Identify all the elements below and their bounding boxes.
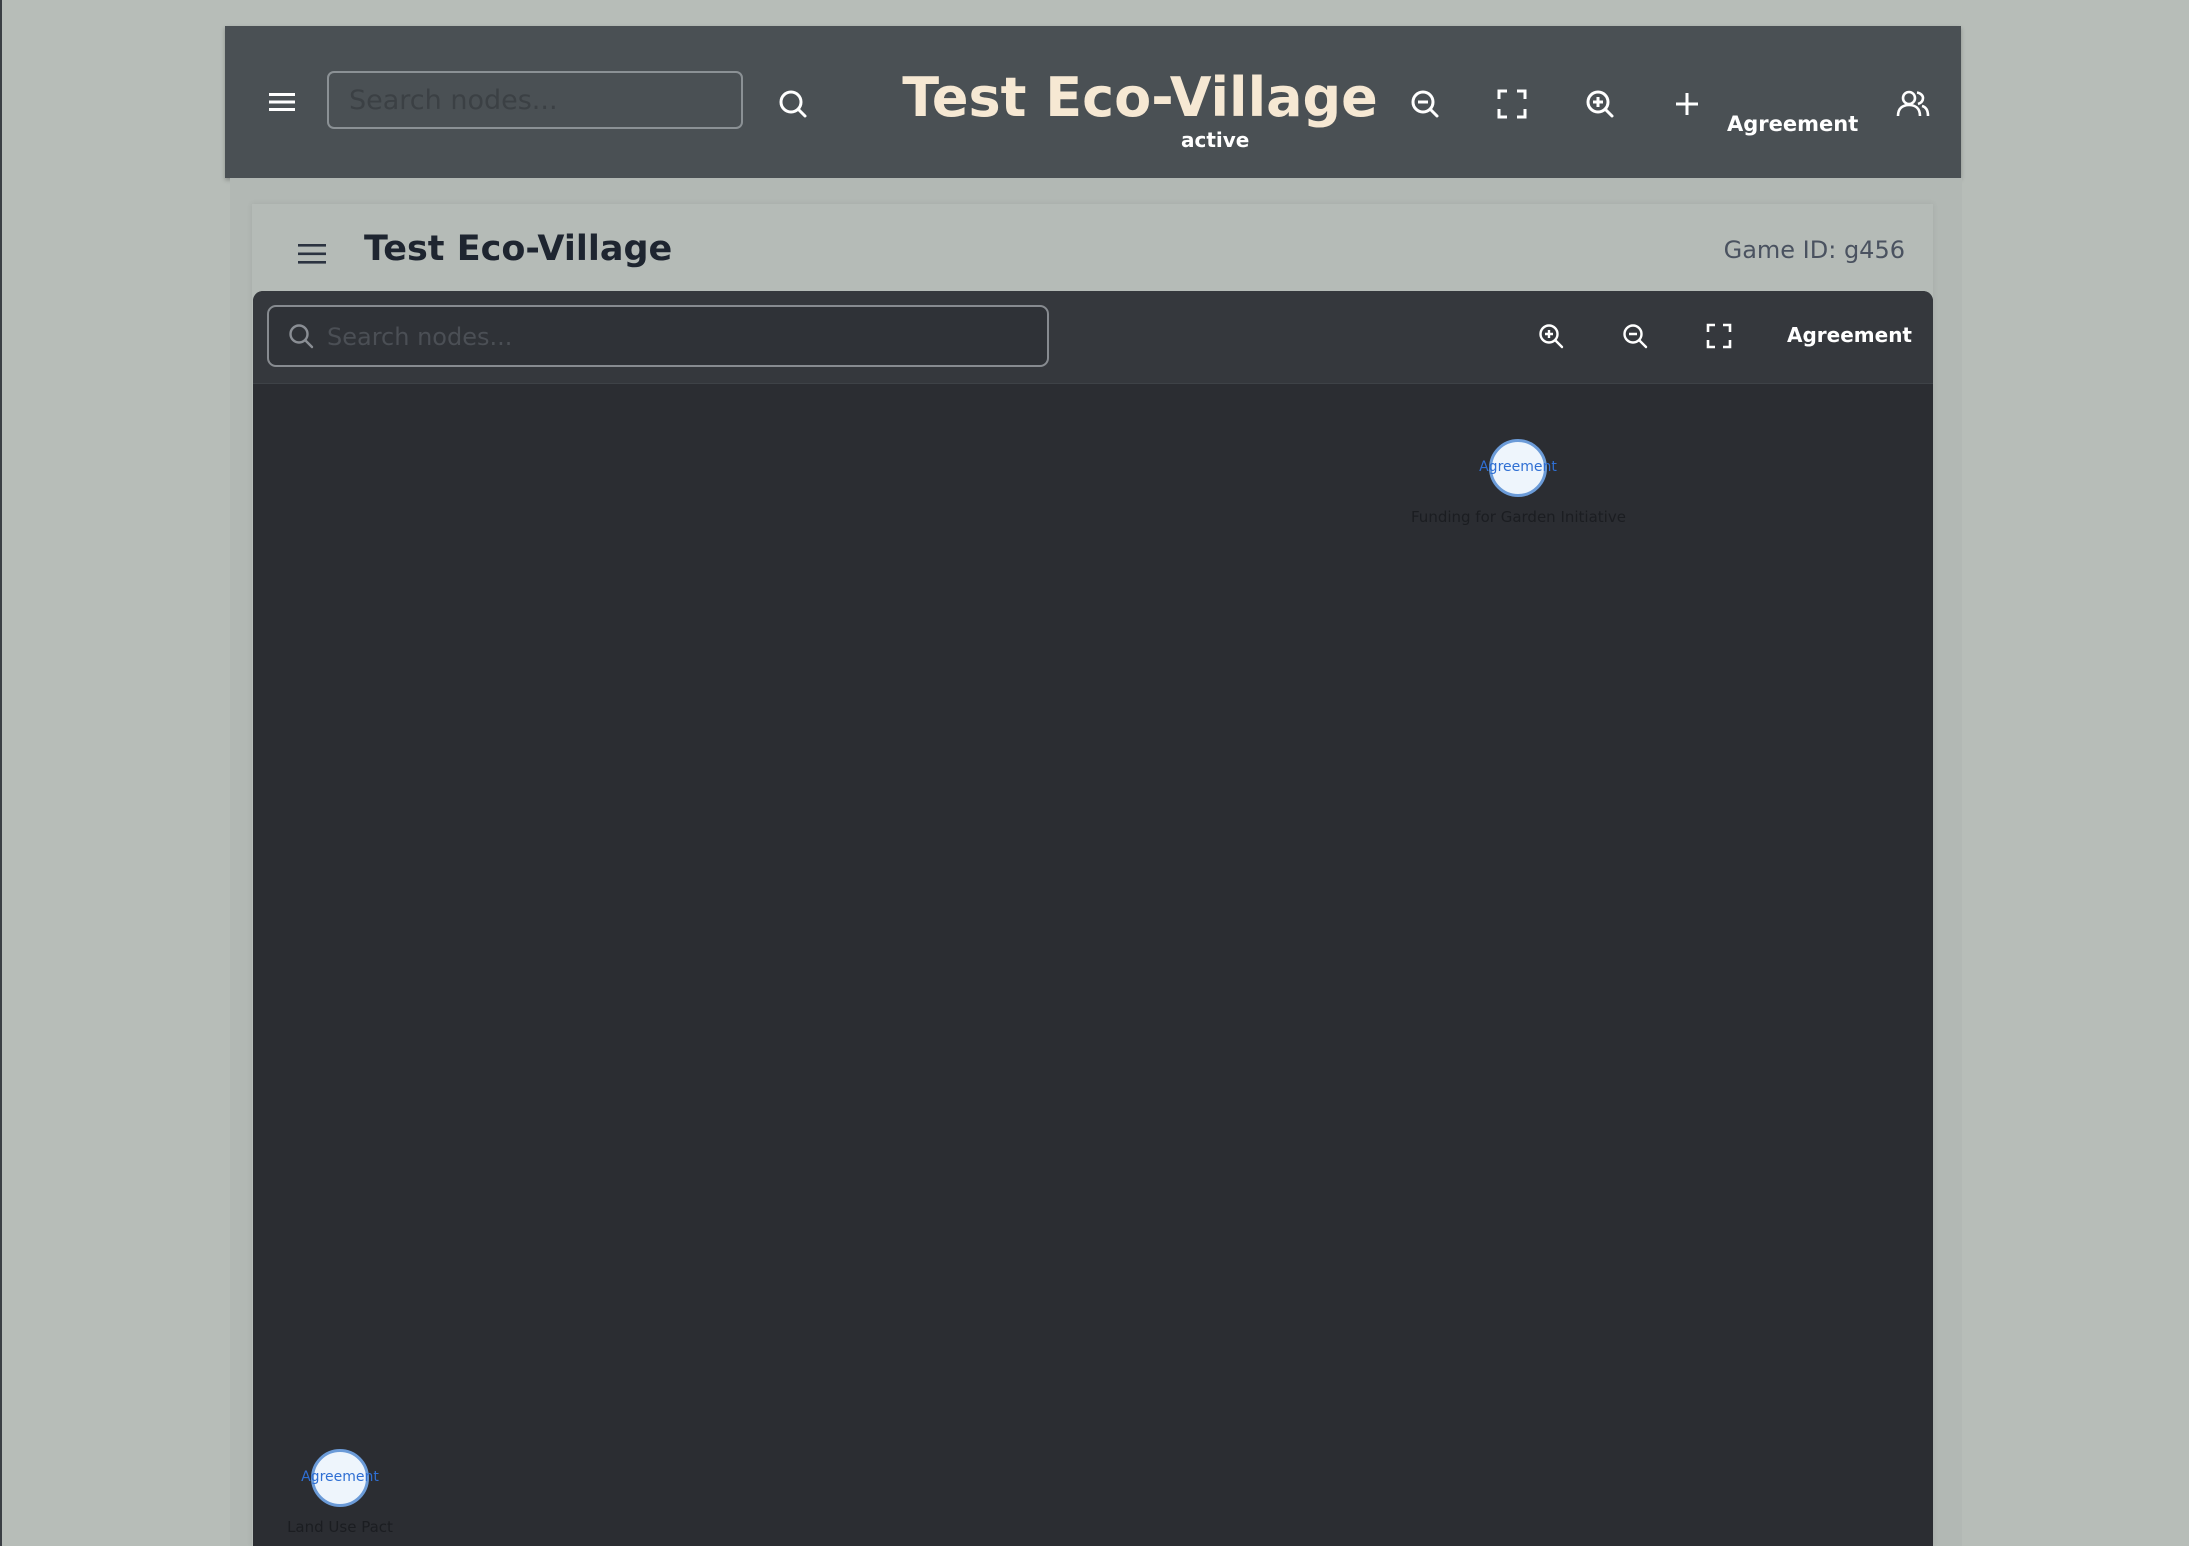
- title-block: Test Eco-Village active: [865, 26, 1415, 178]
- game-id: Game ID: g456: [1723, 236, 1905, 264]
- canvas-toolbar: Agreement: [253, 291, 1933, 384]
- graph-node[interactable]: Agreement Funding for Garden Initiative: [1411, 439, 1626, 559]
- node-title: Land Use Pact: [287, 1518, 393, 1536]
- add-agreement-button[interactable]: Agreement: [1727, 109, 1858, 139]
- zoom-in-icon[interactable]: [1578, 82, 1622, 126]
- game-header: Test Eco-Village Game ID: g456: [252, 204, 1933, 292]
- app-title: Test Eco-Village: [902, 66, 1378, 129]
- zoom-out-icon[interactable]: [1616, 317, 1654, 355]
- search-icon[interactable]: [771, 82, 815, 126]
- fullscreen-icon[interactable]: [1490, 82, 1534, 126]
- node-title: Funding for Garden Initiative: [1411, 508, 1626, 526]
- search-icon: [287, 322, 315, 350]
- zoom-in-icon[interactable]: [1532, 317, 1570, 355]
- canvas-search-input[interactable]: [325, 315, 1029, 359]
- agreement-filter-button[interactable]: Agreement: [1787, 321, 1912, 349]
- fullscreen-icon[interactable]: [1700, 317, 1738, 355]
- plus-icon[interactable]: [1665, 82, 1709, 126]
- node-type-label: Agreement: [301, 1469, 379, 1485]
- canvas-search-field[interactable]: [267, 305, 1049, 367]
- zoom-out-icon[interactable]: [1403, 82, 1447, 126]
- top-app-bar: Test Eco-Village active Agreement: [225, 26, 1961, 178]
- users-icon[interactable]: [1890, 81, 1936, 127]
- graph-canvas[interactable]: Agreement Agreement Funding for Garden I…: [253, 291, 1933, 1546]
- hamburger-menu-icon[interactable]: [290, 232, 334, 276]
- hamburger-menu-icon[interactable]: [258, 77, 308, 127]
- node-type-label: Agreement: [1479, 459, 1557, 475]
- status-badge: active: [1181, 128, 1250, 152]
- window-edge: [0, 0, 2, 1546]
- top-search-input[interactable]: [327, 71, 743, 129]
- graph-node[interactable]: Agreement Land Use Pact: [273, 1449, 413, 1546]
- game-title: Test Eco-Village: [364, 229, 673, 269]
